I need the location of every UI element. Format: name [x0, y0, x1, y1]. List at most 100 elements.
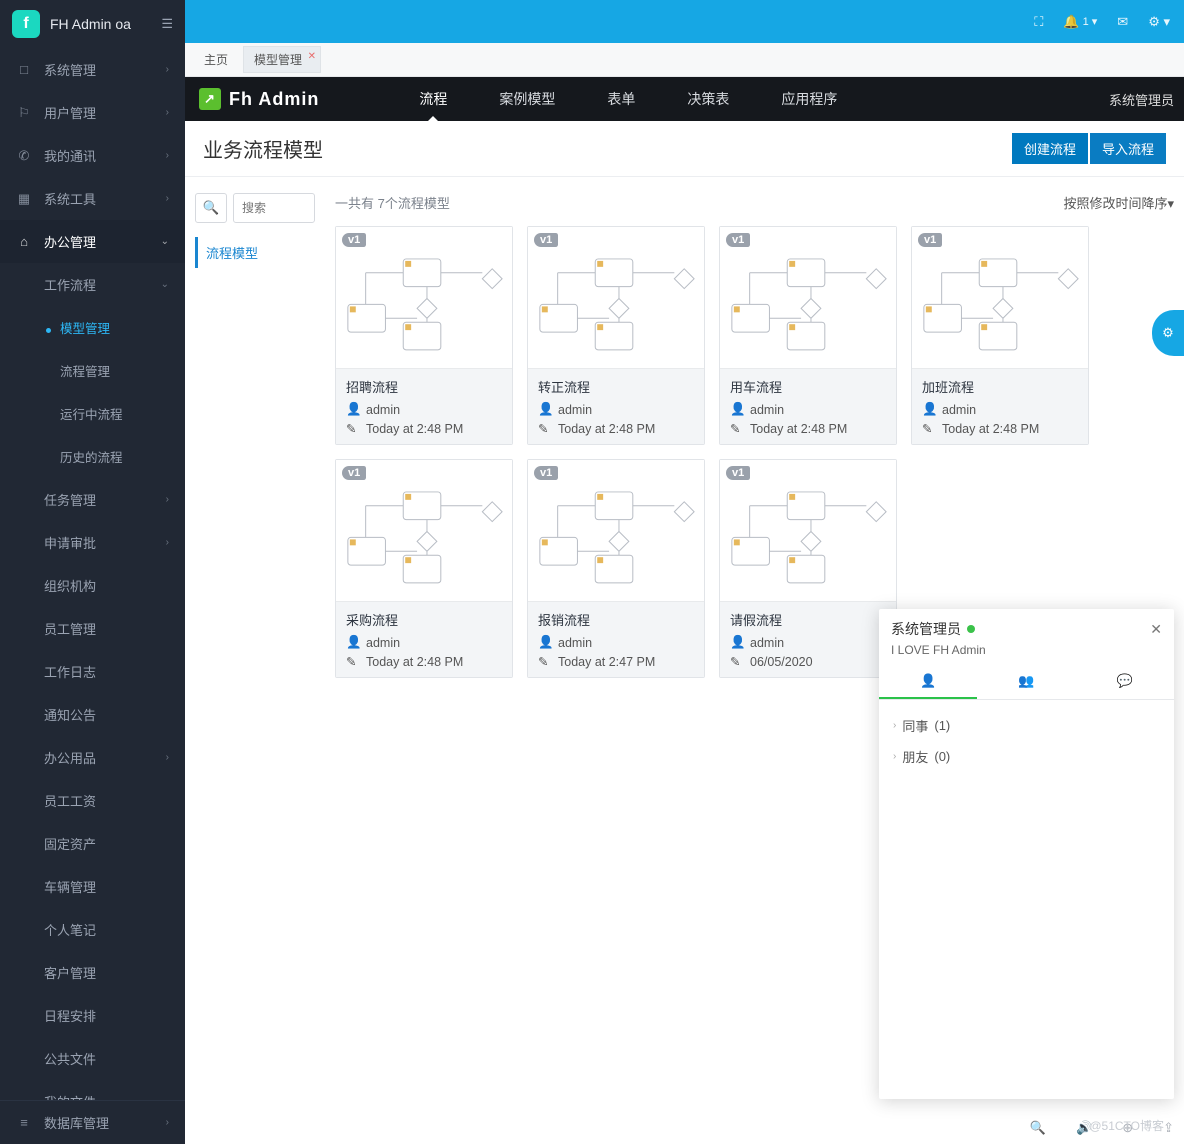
sidebar-sub-notice[interactable]: 通知公告	[0, 693, 185, 736]
sidebar-sub-my-files[interactable]: 我的文件	[0, 1080, 185, 1100]
phone-icon: ✆	[16, 148, 32, 164]
card-author: admin	[750, 403, 784, 417]
bell-icon[interactable]: 🔔1 ▾	[1063, 14, 1097, 30]
sidebar-sub2-model-mgmt[interactable]: 模型管理	[0, 306, 185, 349]
chat-group-colleague[interactable]: ›同事 (1)	[893, 710, 1160, 741]
models-count: 一共有 7个流程模型	[335, 193, 1063, 212]
sidebar-sub-public-files[interactable]: 公共文件	[0, 1037, 185, 1080]
model-card[interactable]: v1 用车流程 👤admin ✎Today at 2:48 PM	[719, 226, 897, 445]
chevron-right-icon: ›	[166, 150, 169, 161]
model-card[interactable]: v1 请假流程 👤admin ✎06/05/2020	[719, 459, 897, 678]
chat-close-icon[interactable]: ✕	[1150, 621, 1162, 638]
label: 数据库管理	[44, 1113, 154, 1132]
sidebar-sub-employee[interactable]: 员工管理	[0, 607, 185, 650]
group-icon: 👥	[1018, 673, 1034, 688]
fh-nav-case[interactable]: 案例模型	[483, 77, 571, 121]
sidebar-item-users[interactable]: ⚐用户管理›	[0, 91, 185, 134]
sidebar-sub-tasks[interactable]: 任务管理›	[0, 478, 185, 521]
label: 通知公告	[44, 705, 169, 724]
sidebar-sub2-history[interactable]: 历史的流程	[0, 435, 185, 478]
model-card[interactable]: v1 采购流程 👤admin ✎Today at 2:48 PM	[335, 459, 513, 678]
sidebar-sub-customer[interactable]: 客户管理	[0, 951, 185, 994]
edit-icon: ✎	[346, 421, 360, 436]
share-icon[interactable]: ⇪	[1163, 1120, 1174, 1136]
card-author: admin	[366, 636, 400, 650]
model-card[interactable]: v1 转正流程 👤admin ✎Today at 2:48 PM	[527, 226, 705, 445]
sidebar-item-contacts[interactable]: ✆我的通讯›	[0, 134, 185, 177]
fh-nav-form[interactable]: 表单	[591, 77, 651, 121]
card-title: 请假流程	[730, 610, 886, 629]
card-body: 转正流程 👤admin ✎Today at 2:48 PM	[528, 369, 704, 444]
sidebar-item-system[interactable]: □系统管理›	[0, 48, 185, 91]
card-title: 报销流程	[538, 610, 694, 629]
chat-tab-message[interactable]: 💬	[1076, 665, 1174, 699]
count: (1)	[934, 718, 950, 733]
import-process-button[interactable]: 导入流程	[1090, 133, 1166, 164]
sidebar-sub-workflow[interactable]: 工作流程⌄	[0, 263, 185, 306]
chat-tab-group[interactable]: 👥	[977, 665, 1075, 699]
chevron-right-icon: ›	[166, 107, 169, 118]
tab-home[interactable]: 主页	[193, 46, 239, 73]
model-card[interactable]: v1 招聘流程 👤admin ✎Today at 2:48 PM	[335, 226, 513, 445]
label: 工作日志	[44, 662, 169, 681]
edit-icon: ✎	[538, 421, 552, 436]
sidebar-sub2-running[interactable]: 运行中流程	[0, 392, 185, 435]
card-author: admin	[750, 636, 784, 650]
zoom-out-icon[interactable]: 🔍	[1030, 1120, 1046, 1136]
brand: f FH Admin oa ☰	[0, 0, 185, 48]
sidebar-sub-assets[interactable]: 固定资产	[0, 822, 185, 865]
settings-icon[interactable]: ⚙ ▾	[1148, 14, 1170, 30]
card-title: 招聘流程	[346, 377, 502, 396]
sidebar-sub-approve[interactable]: 申请审批›	[0, 521, 185, 564]
label: 办公用品	[44, 748, 154, 767]
chat-tab-person[interactable]: 👤	[879, 665, 977, 699]
card-title: 用车流程	[730, 377, 886, 396]
gear-icon: ⚙	[1162, 325, 1174, 341]
sidebar-item-db[interactable]: ≡数据库管理›	[0, 1101, 185, 1144]
fh-nav-process[interactable]: 流程	[403, 77, 463, 121]
card-time: Today at 2:47 PM	[558, 655, 655, 669]
card-body: 加班流程 👤admin ✎Today at 2:48 PM	[912, 369, 1088, 444]
sidebar-sub-vehicle[interactable]: 车辆管理	[0, 865, 185, 908]
edit-icon: ✎	[346, 654, 360, 669]
create-process-button[interactable]: 创建流程	[1012, 133, 1088, 164]
hamburger-icon[interactable]: ☰	[161, 16, 173, 32]
sidebar-sub-org[interactable]: 组织机构	[0, 564, 185, 607]
fh-header: ↗ Fh Admin 流程 案例模型 表单 决策表 应用程序 系统管理员	[185, 77, 1184, 121]
chat-bubble-icon: 💬	[1117, 673, 1133, 688]
model-card[interactable]: v1 加班流程 👤admin ✎Today at 2:48 PM	[911, 226, 1089, 445]
label: 系统工具	[44, 189, 154, 208]
label: 日程安排	[44, 1006, 169, 1025]
tree-root[interactable]: 流程模型	[195, 237, 315, 268]
label: 流程管理	[60, 361, 110, 380]
fh-nav-decision[interactable]: 决策表	[671, 77, 745, 121]
sidebar-item-tools[interactable]: ▦系统工具›	[0, 177, 185, 220]
sidebar-sub-salary[interactable]: 员工工资	[0, 779, 185, 822]
card-time: Today at 2:48 PM	[366, 422, 463, 436]
chat-group-friend[interactable]: ›朋友 (0)	[893, 741, 1160, 772]
search-input[interactable]	[233, 193, 315, 223]
sidebar-sub2-process-mgmt[interactable]: 流程管理	[0, 349, 185, 392]
person-icon: 👤	[920, 673, 936, 688]
version-badge: v1	[534, 466, 558, 480]
sidebar-item-office[interactable]: ⌂办公管理⌄	[0, 220, 185, 263]
tab-model-mgmt[interactable]: 模型管理✕	[243, 46, 321, 73]
chevron-right-icon: ›	[166, 64, 169, 75]
chevron-right-icon: ›	[166, 494, 169, 505]
sidebar-sub-schedule[interactable]: 日程安排	[0, 994, 185, 1037]
search-button[interactable]: 🔍	[195, 193, 227, 223]
sidebar-sub-notes[interactable]: 个人笔记	[0, 908, 185, 951]
model-card[interactable]: v1 报销流程 👤admin ✎Today at 2:47 PM	[527, 459, 705, 678]
version-badge: v1	[726, 233, 750, 247]
sidebar-sub-worklog[interactable]: 工作日志	[0, 650, 185, 693]
model-thumbnail: v1	[720, 227, 896, 369]
version-badge: v1	[918, 233, 942, 247]
close-tab-icon[interactable]: ✕	[308, 51, 316, 62]
sidebar-sub-supplies[interactable]: 办公用品›	[0, 736, 185, 779]
fh-user-label[interactable]: 系统管理员	[1099, 90, 1184, 109]
fh-nav-app[interactable]: 应用程序	[765, 77, 853, 121]
mail-icon[interactable]: ✉	[1117, 14, 1128, 30]
sort-dropdown[interactable]: 按照修改时间降序▾	[1063, 193, 1174, 212]
fullscreen-icon[interactable]: ⛶	[1034, 14, 1043, 30]
chat-subtitle: I LOVE FH Admin	[879, 643, 1174, 665]
